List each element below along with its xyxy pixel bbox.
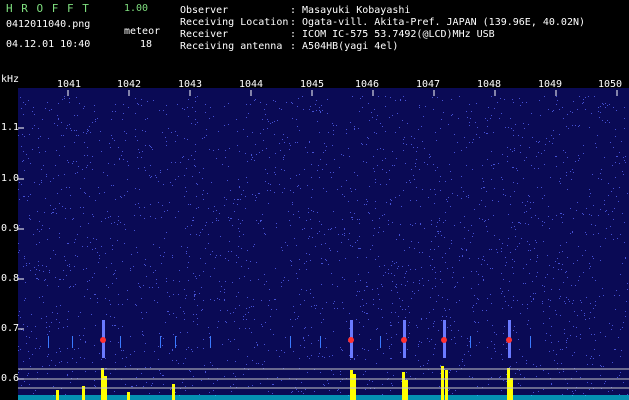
echo-peak [348,337,354,343]
y-tick-label: 0.8 [1,273,20,284]
x-tick-label: 1045 [300,79,325,90]
echo-trace [320,336,321,348]
x-tick-label: 1049 [538,79,563,90]
x-tick-label: 1047 [416,79,441,90]
y-tick-label: 0.6 [1,373,20,384]
echo-trace [160,336,161,348]
echo-trace [48,336,49,348]
x-tick-label: 1050 [598,79,623,90]
x-tick-label: 1048 [477,79,502,90]
x-tick-label: 1041 [57,79,82,90]
echo-trace [72,336,73,348]
y-tick-label: 1.1 [1,122,20,133]
y-tick-label: 1.0 [1,173,20,184]
echo-trace [470,336,471,348]
y-axis-unit: kHz [1,74,20,85]
echo-trace [530,336,531,348]
x-tick-label: 1044 [239,79,264,90]
echo-peak [441,337,447,343]
echo-trace [210,336,211,348]
echo-trace [175,336,176,348]
level-bar [350,370,353,400]
level-bar [402,372,405,400]
level-bar [101,368,104,400]
level-bar [507,368,510,400]
y-tick-label: 0.7 [1,323,20,334]
echo-trace [120,336,121,348]
level-bar [56,390,59,400]
spectrogram-background [18,88,629,400]
echo-peak [401,337,407,343]
level-baseline [18,395,629,400]
x-tick-label: 1043 [178,79,203,90]
level-bar [127,392,130,400]
echo-peak [506,337,512,343]
spectrogram-plot [18,88,629,400]
echo-trace [290,336,291,348]
level-bar [510,378,513,400]
level-bar [172,384,175,400]
level-bar [353,374,356,400]
level-bar [405,380,408,400]
level-bar [441,366,444,400]
x-tick-label: 1046 [355,79,380,90]
x-tick-label: 1042 [117,79,142,90]
y-tick-label: 0.9 [1,223,20,234]
level-bar [445,370,448,400]
echo-peak [100,337,106,343]
echo-trace [380,336,381,348]
